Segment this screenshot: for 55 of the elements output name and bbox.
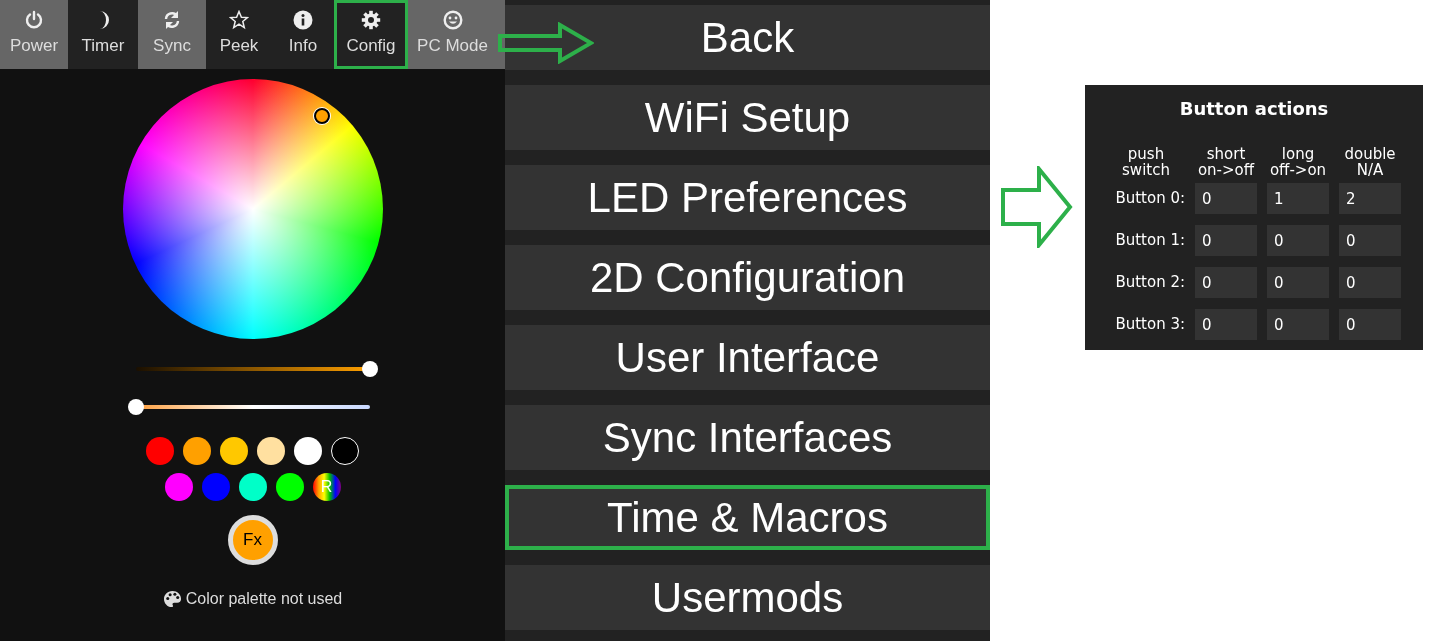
input-field[interactable]: 0 xyxy=(1195,267,1257,298)
color-swatch[interactable] xyxy=(146,437,174,465)
nav-tab[interactable]: PC Mode xyxy=(408,0,505,69)
color-swatch[interactable] xyxy=(164,473,193,501)
color-swatch[interactable] xyxy=(294,437,322,465)
menu-button[interactable]: Sync Interfaces xyxy=(505,405,990,470)
settings-icon xyxy=(361,10,381,31)
column-header: push switch xyxy=(1121,146,1171,178)
nav-tab[interactable]: Config xyxy=(334,0,408,69)
color-swatch[interactable] xyxy=(257,437,285,465)
input-field[interactable]: 0 xyxy=(1195,225,1257,256)
nav-tab[interactable]: Sync xyxy=(138,0,206,69)
input-field[interactable]: 2 xyxy=(1339,183,1401,214)
input-field[interactable]: 0 xyxy=(1267,267,1329,298)
slider-thumb[interactable] xyxy=(361,361,378,377)
input-field[interactable]: 1 xyxy=(1267,183,1329,214)
color-swatch[interactable] xyxy=(183,437,211,465)
input-field[interactable]: 0 xyxy=(1339,309,1401,340)
color-swatch[interactable] xyxy=(331,437,359,465)
color-swatch[interactable] xyxy=(238,473,267,501)
input-field[interactable]: 0 xyxy=(1339,267,1401,298)
slider-thumb[interactable] xyxy=(127,399,144,415)
menu-button[interactable]: Usermods xyxy=(505,565,990,630)
color-swatch[interactable] xyxy=(220,437,248,465)
row-label: Button 0: xyxy=(1114,188,1185,210)
power-icon xyxy=(24,10,44,31)
palette-icon xyxy=(162,590,182,608)
column-header: double N/A xyxy=(1343,146,1397,178)
column-header: short on->off xyxy=(1196,146,1256,178)
input-field[interactable]: 0 xyxy=(1339,225,1401,256)
menu-button[interactable]: User Interface xyxy=(505,325,990,390)
input-field[interactable]: 0 xyxy=(1195,309,1257,340)
menu-button[interactable]: Back xyxy=(505,5,990,70)
menu-button[interactable]: WiFi Setup xyxy=(505,85,990,150)
input-field[interactable]: 0 xyxy=(1267,225,1329,256)
star-icon xyxy=(229,10,249,31)
menu-button[interactable]: LED Preferences xyxy=(505,165,990,230)
color-swatch[interactable] xyxy=(201,473,230,501)
info-icon xyxy=(293,10,313,31)
smiley-icon xyxy=(442,10,463,31)
input-field[interactable]: 0 xyxy=(1267,309,1329,340)
menu-button[interactable]: 2D Configuration xyxy=(505,245,990,310)
row-label: Button 3: xyxy=(1114,314,1185,336)
row-label: Button 2: xyxy=(1114,272,1185,294)
palette-note: Color palette not used xyxy=(185,589,343,609)
row-label: Button 1: xyxy=(1114,230,1185,252)
panel-title: Button actions xyxy=(1179,97,1329,121)
sync-icon xyxy=(162,10,182,31)
nav-tab[interactable]: Power xyxy=(0,0,68,69)
color-swatch[interactable] xyxy=(275,473,304,501)
column-header: long off->on xyxy=(1268,146,1328,178)
menu-button[interactable]: Time & Macros xyxy=(505,485,990,550)
input-field[interactable]: 0 xyxy=(1195,183,1257,214)
color-picker-handle[interactable] xyxy=(313,108,330,124)
effects-button[interactable]: Fx xyxy=(227,515,278,565)
